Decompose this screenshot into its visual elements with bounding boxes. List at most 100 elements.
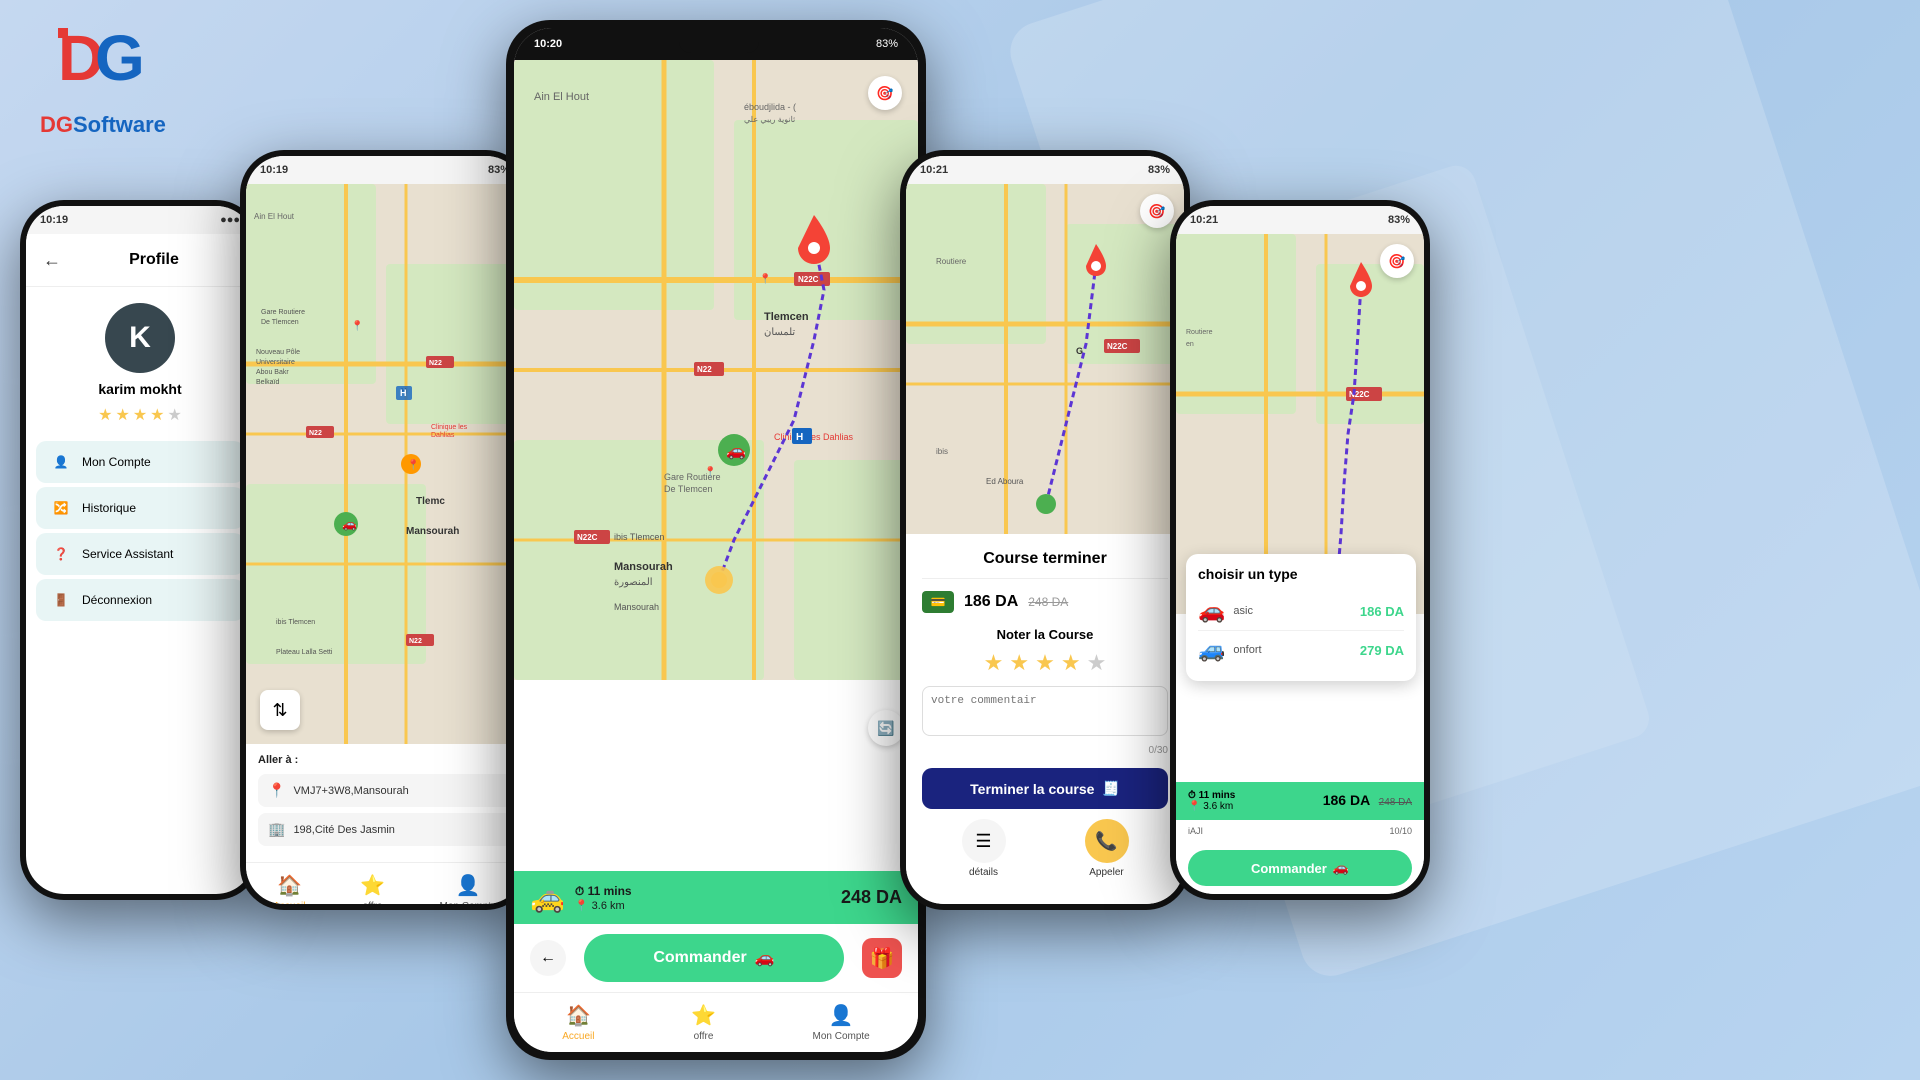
phone-course: 10:21 83% G Routiere: [900, 150, 1190, 910]
svg-text:De Tlemcen: De Tlemcen: [664, 484, 712, 494]
locate-button[interactable]: 🎯: [868, 76, 902, 110]
time-display: 10:20: [534, 38, 562, 50]
nav-mon-compte-main[interactable]: 👤 Mon Compte: [812, 1003, 869, 1042]
svg-text:Abou Bakr: Abou Bakr: [256, 369, 289, 376]
phone-profile: 10:19 ●●● ← Profile K karim mokht ★ ★ ★ …: [20, 200, 260, 900]
basic-car-icon: 🚗: [1198, 598, 1225, 624]
course-map: G Routiere N22C ibis Ed Aboura 🎯: [906, 184, 1184, 534]
svg-text:ibis Tlemcen: ibis Tlemcen: [276, 619, 315, 626]
nav-accueil-main[interactable]: 🏠 Accueil: [562, 1003, 594, 1042]
svg-text:Ain El Hout: Ain El Hout: [254, 212, 295, 221]
svg-text:Clinique les: Clinique les: [431, 424, 468, 431]
type-row-confort[interactable]: 🚙 onfort 279 DA: [1198, 631, 1404, 669]
terminer-button[interactable]: Terminer la course 🧾: [922, 768, 1168, 809]
home-icon: 🏠: [566, 1003, 591, 1028]
svg-text:ibis: ibis: [936, 447, 948, 456]
appeler-button[interactable]: 📞 Appeler: [1085, 819, 1129, 878]
directions-button[interactable]: ⇅: [260, 690, 300, 730]
commander-button[interactable]: Commander 🚗: [584, 934, 844, 982]
person-icon: 👤: [456, 873, 481, 898]
nav-offre-main[interactable]: ⭐ offre: [691, 1003, 716, 1042]
svg-text:Ain El Hout: Ain El Hout: [534, 91, 589, 103]
type-name-confort: onfort: [1233, 644, 1360, 656]
brand-name: DGSoftware: [40, 112, 166, 138]
menu-service-assistant[interactable]: ❓ Service Assistant: [36, 533, 244, 575]
locate-button-course[interactable]: 🎯: [1140, 194, 1174, 228]
svg-text:G: G: [95, 22, 145, 94]
svg-text:🚗: 🚗: [726, 443, 746, 460]
nav-bar-main: 🏠 Accueil ⭐ offre 👤 Mon Compte: [514, 992, 918, 1052]
commander-label: Commander: [1251, 861, 1327, 876]
back-button-main[interactable]: ←: [530, 940, 566, 976]
nav-label: Accueil: [562, 1031, 594, 1042]
avatar: K: [105, 303, 175, 373]
svg-text:تلمسان: تلمسان: [764, 327, 795, 338]
destination-form: Aller à : 📍 VMJ7+3W8,Mansourah 🏢 198,Cit…: [246, 744, 524, 862]
person-icon: 👤: [829, 1003, 854, 1028]
back-button[interactable]: ←: [38, 246, 66, 274]
details-label: détails: [969, 867, 998, 878]
svg-text:N22C: N22C: [577, 533, 598, 542]
modal-title: Course terminer: [922, 550, 1168, 579]
svg-text:Dahlias: Dahlias: [431, 432, 455, 439]
user-rating: ★ ★ ★ ★ ★: [26, 405, 254, 425]
svg-text:Tlemcen: Tlemcen: [764, 311, 809, 323]
type-price-confort: 279 DA: [1360, 643, 1404, 658]
menu-historique[interactable]: 🔀 Historique: [36, 487, 244, 529]
svg-text:Gare Routiere: Gare Routiere: [261, 309, 305, 316]
commander-label: Commander: [653, 949, 746, 967]
type-row-basic[interactable]: 🚗 asic 186 DA: [1198, 592, 1404, 631]
type-commander-button[interactable]: Commander 🚗: [1188, 850, 1412, 886]
status-bar-profile: 10:19 ●●●: [26, 206, 254, 234]
svg-text:N22C: N22C: [798, 275, 819, 284]
logo: D G DGSoftware: [40, 20, 166, 138]
svg-text:Mansourah: Mansourah: [406, 526, 459, 537]
star-icon: ⭐: [691, 1003, 716, 1028]
svg-text:📍: 📍: [351, 319, 363, 332]
nav-mon-compte[interactable]: 👤 Mon Compte: [439, 873, 496, 904]
svg-text:Tlemc: Tlemc: [416, 496, 445, 507]
svg-text:ثانوية ريبي علي: ثانوية ريبي علي: [744, 115, 795, 124]
trip-price: 248 DA: [841, 887, 902, 908]
history-icon: 🔀: [50, 497, 72, 519]
svg-text:📍: 📍: [407, 458, 419, 471]
svg-text:N22: N22: [697, 365, 712, 374]
commander-row: ← Commander 🚗 🎁: [514, 924, 918, 992]
type-trip-bar: ⏱ 11 mins 📍 3.6 km 186 DA 248 DA: [1176, 782, 1424, 820]
profile-header: ← Profile: [26, 234, 254, 287]
nav-accueil[interactable]: 🏠 Accueil: [273, 873, 305, 904]
phone-type: 10:21 83% N22C: [1170, 200, 1430, 900]
status-bar-course: 10:21 83%: [906, 156, 1184, 184]
svg-text:Routiere: Routiere: [936, 257, 967, 266]
type-trip-dist: 📍 3.6 km: [1188, 801, 1235, 812]
comment-input[interactable]: [922, 686, 1168, 736]
type-trip-price-old: 248 DA: [1379, 797, 1412, 808]
car-icon: 🚗: [755, 948, 775, 968]
menu-label: Déconnexion: [82, 593, 152, 607]
dest-input-1[interactable]: 📍 VMJ7+3W8,Mansourah: [258, 774, 512, 807]
menu-mon-compte[interactable]: 👤 Mon Compte: [36, 441, 244, 483]
svg-text:Mansourah: Mansourah: [614, 602, 659, 612]
building-icon: 🏢: [268, 821, 285, 838]
appeler-label: Appeler: [1089, 867, 1123, 878]
dest-input-2[interactable]: 🏢 198,Cité Des Jasmin: [258, 813, 512, 846]
battery-display: 83%: [876, 38, 898, 50]
dest-text-1: VMJ7+3W8,Mansourah: [293, 785, 408, 797]
svg-text:H: H: [400, 388, 407, 398]
price-row: 💳 186 DA 248 DA: [922, 591, 1168, 613]
terminer-label: Terminer la course: [970, 781, 1094, 797]
car-icon: 🚗: [1333, 860, 1349, 876]
details-button[interactable]: ☰ détails: [962, 819, 1006, 878]
menu-deconnexion[interactable]: 🚪 Déconnexion: [36, 579, 244, 621]
svg-text:éboudjlida - (: éboudjlida - (: [744, 102, 796, 112]
nav-offre[interactable]: ⭐ offre: [360, 873, 385, 904]
svg-text:Plateau Lalla Setti: Plateau Lalla Setti: [276, 649, 333, 656]
locate-button-type[interactable]: 🎯: [1380, 244, 1414, 278]
menu-label: Historique: [82, 501, 136, 515]
type-trip-time: ⏱ 11 mins: [1188, 790, 1235, 801]
gift-button[interactable]: 🎁: [862, 938, 902, 978]
noter-label: Noter la Course: [922, 627, 1168, 642]
svg-text:🚗: 🚗: [342, 517, 357, 531]
type-panel-title: choisir un type: [1198, 566, 1404, 582]
refresh-button[interactable]: 🔄: [868, 710, 904, 746]
